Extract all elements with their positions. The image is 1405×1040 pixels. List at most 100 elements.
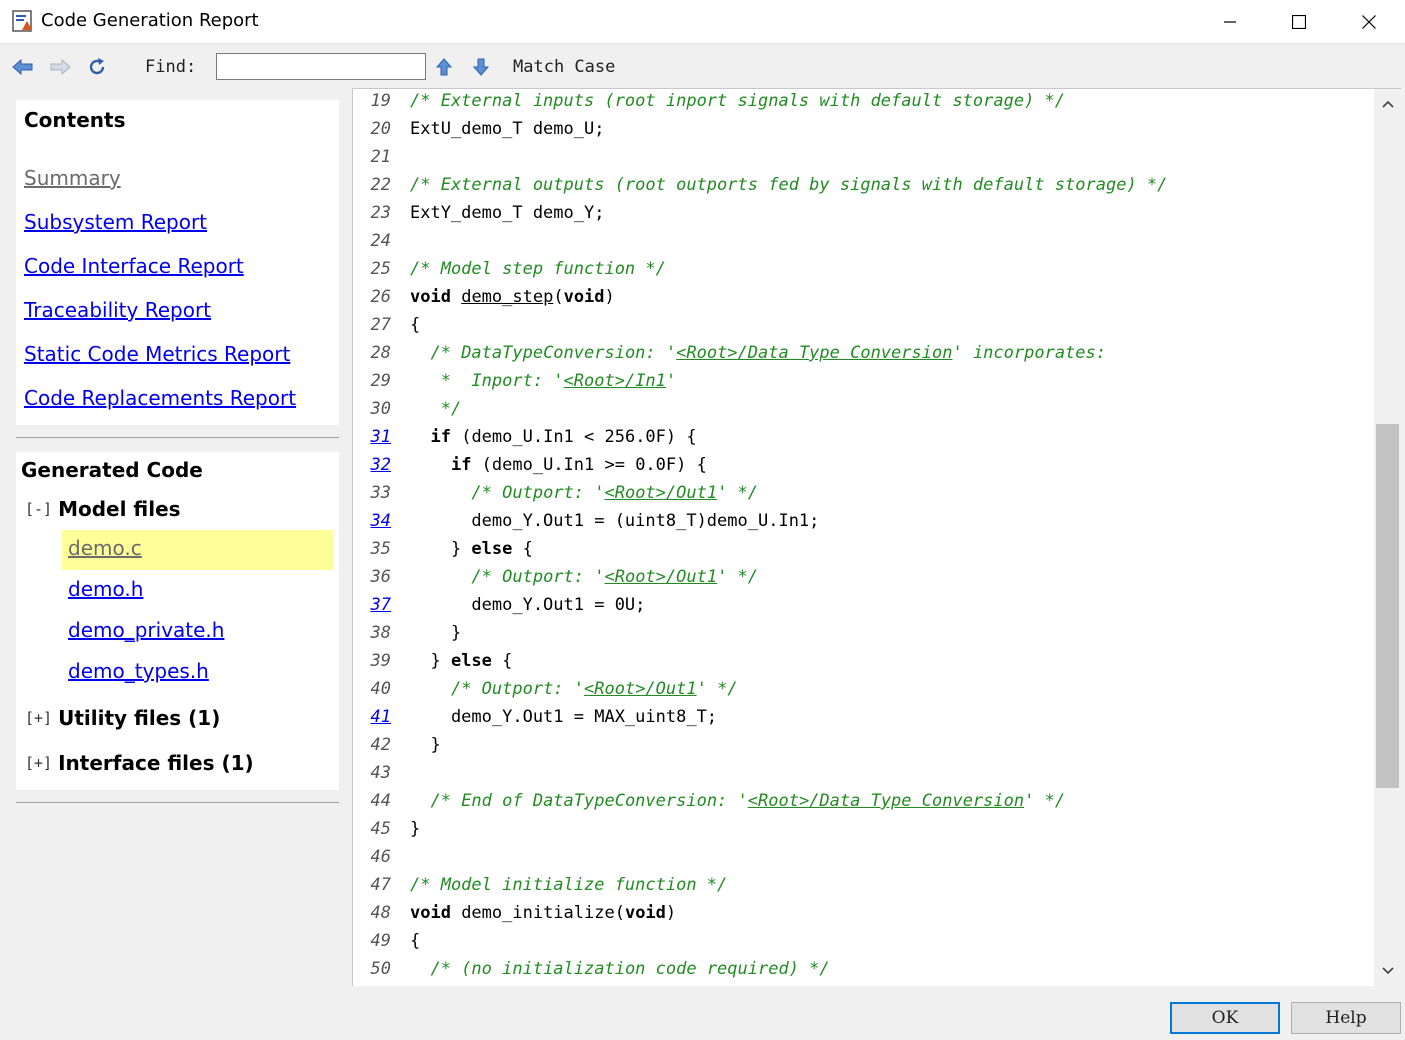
panel-divider — [16, 802, 339, 803]
interface-files-group: [+] Interface files (1) — [25, 751, 254, 775]
code-token: (demo_U.In1 >= 0.0F) { — [471, 455, 707, 475]
line-number: 36 — [370, 567, 391, 587]
code-line: 45} — [353, 815, 1374, 843]
help-button[interactable]: Help — [1291, 1002, 1401, 1034]
block-link[interactable]: <Root>/Out1 — [584, 679, 697, 699]
static-code-metrics-report-link[interactable]: Static Code Metrics Report — [24, 342, 290, 366]
code-keyword: void — [410, 287, 451, 307]
ok-button[interactable]: OK — [1170, 1002, 1280, 1034]
code-text: /* (no initialization code required) */ — [410, 955, 830, 983]
code-line: 22 /* External outputs (root outports fed… — [353, 171, 1374, 199]
toolbar: Find: Match Case — [0, 44, 1405, 89]
maximize-button[interactable] — [1264, 0, 1334, 44]
expand-toggle[interactable]: [+] — [25, 709, 52, 727]
code-token: } — [410, 539, 472, 559]
file-link-demo-c[interactable]: demo.c — [68, 536, 142, 560]
code-line: 26 void demo_step(void) — [353, 283, 1374, 311]
code-viewer[interactable]: 19 /* External inputs (root inport signal… — [352, 88, 1374, 986]
code-line: 35 } else { — [353, 535, 1374, 563]
generated-code-panel: Generated Code [-] Model files demo.c de… — [16, 452, 339, 790]
code-comment: */ — [440, 399, 462, 419]
code-line: 32 if (demo_U.In1 >= 0.0F) { — [353, 451, 1374, 479]
line-number: 28 — [370, 343, 391, 363]
function-link[interactable]: demo_step — [461, 287, 553, 307]
code-line: 48 void demo_initialize(void) — [353, 899, 1374, 927]
match-case-toggle[interactable]: Match Case — [513, 57, 615, 77]
code-comment: /* Outport: ' — [450, 679, 585, 699]
expand-toggle[interactable]: [+] — [25, 754, 52, 772]
line-number-link[interactable]: 41 — [353, 703, 391, 731]
code-text: { — [410, 311, 420, 339]
line-number-link[interactable]: 31 — [353, 423, 391, 451]
code-line: 19 /* External inputs (root inport signal… — [353, 89, 1374, 115]
scroll-thumb[interactable] — [1376, 423, 1399, 789]
code-line: 37 demo_Y.Out1 = 0U; — [353, 591, 1374, 619]
code-line: 41 demo_Y.Out1 = MAX_uint8_T; — [353, 703, 1374, 731]
line-number-link[interactable]: 34 — [353, 507, 391, 535]
code-text: /* Outport: '<Root>/Out1' */ — [410, 563, 758, 591]
code-token: (demo_U.In1 < 256.0F) { — [450, 427, 697, 447]
code-text: ExtU_demo_T demo_U; — [410, 115, 604, 143]
code-comment: /* External outputs (root outports fed b… — [410, 175, 1168, 195]
traceability-report-link[interactable]: Traceability Report — [24, 298, 211, 322]
back-arrow-icon[interactable] — [11, 55, 35, 79]
code-text: demo_Y.Out1 = MAX_uint8_T; — [410, 703, 717, 731]
line-number: 48 — [370, 903, 391, 923]
collapse-toggle[interactable]: [-] — [25, 500, 52, 518]
code-token: ) — [665, 903, 677, 923]
code-replacements-report-link[interactable]: Code Replacements Report — [24, 386, 296, 410]
file-link-demo-types-h[interactable]: demo_types.h — [68, 659, 209, 683]
code-comment: /* DataTypeConversion: ' — [430, 343, 677, 363]
block-link[interactable]: <Root>/Data Type Conversion — [676, 343, 952, 363]
code-text: * Inport: '<Root>/In1' — [410, 367, 676, 395]
summary-link[interactable]: Summary — [24, 166, 121, 190]
line-number: 47 — [370, 875, 391, 895]
minimize-button[interactable] — [1195, 0, 1265, 44]
code-line: 27 { — [353, 311, 1374, 339]
code-line: 24 — [353, 227, 1374, 255]
code-keyword: if — [450, 455, 472, 475]
block-link[interactable]: <Root>/Out1 — [604, 567, 717, 587]
block-link[interactable]: <Root>/Out1 — [604, 483, 717, 503]
interface-files-label: Interface files (1) — [58, 751, 254, 775]
refresh-icon[interactable] — [85, 55, 109, 79]
block-link[interactable]: <Root>/In1 — [564, 371, 666, 391]
code-text: void demo_step(void) — [410, 283, 615, 311]
scroll-down-button[interactable] — [1374, 956, 1401, 986]
line-number-link[interactable]: 37 — [353, 591, 391, 619]
line-number-link[interactable]: 32 — [353, 451, 391, 479]
block-link[interactable]: <Root>/Data Type Conversion — [748, 791, 1024, 811]
subsystem-report-link[interactable]: Subsystem Report — [24, 210, 207, 234]
line-number: 50 — [370, 959, 391, 979]
code-comment: /* Outport: ' — [471, 567, 605, 587]
code-token: } — [410, 735, 441, 755]
code-token: } — [410, 651, 451, 671]
code-comment: /* (no initialization code required) */ — [430, 959, 830, 979]
scroll-track[interactable] — [1376, 121, 1399, 955]
line-number: 25 — [370, 259, 391, 279]
forward-arrow-icon[interactable] — [48, 55, 72, 79]
vertical-scrollbar[interactable] — [1374, 88, 1401, 986]
arrow-up-icon[interactable] — [432, 55, 456, 79]
code-token: demo_initialize( — [450, 903, 625, 923]
line-number: 39 — [370, 651, 391, 671]
file-link-demo-h[interactable]: demo.h — [68, 577, 143, 601]
code-text: if (demo_U.In1 >= 0.0F) { — [410, 451, 707, 479]
arrow-down-icon[interactable] — [469, 55, 493, 79]
file-link-demo-private-h[interactable]: demo_private.h — [68, 618, 224, 642]
maximize-icon — [1292, 15, 1306, 29]
code-interface-report-link[interactable]: Code Interface Report — [24, 254, 244, 278]
code-comment: /* Model initialize function */ — [410, 875, 728, 895]
line-number: 35 — [370, 539, 391, 559]
code-line: 30 */ — [353, 395, 1374, 423]
line-number: 33 — [370, 483, 391, 503]
line-number: 30 — [370, 399, 391, 419]
code-text: } else { — [410, 535, 533, 563]
scroll-up-button[interactable] — [1374, 89, 1401, 119]
find-input[interactable] — [216, 53, 426, 80]
code-text: /* Outport: '<Root>/Out1' */ — [410, 675, 738, 703]
code-text: ExtY_demo_T demo_Y; — [410, 199, 604, 227]
code-line: 20 ExtU_demo_T demo_U; — [353, 115, 1374, 143]
code-line: 25 /* Model step function */ — [353, 255, 1374, 283]
close-button[interactable] — [1334, 0, 1404, 44]
